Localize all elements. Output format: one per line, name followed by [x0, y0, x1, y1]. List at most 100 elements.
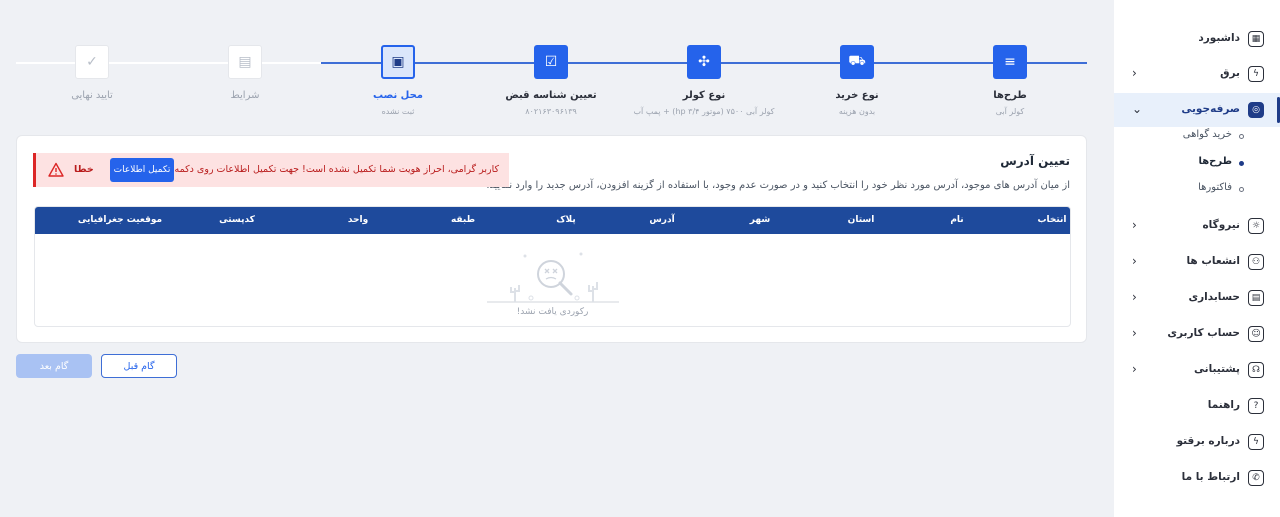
column-header[interactable]: آدرس	[649, 215, 674, 225]
sidebar-item-label: حسابداری	[1188, 291, 1240, 303]
sidebar-item-support[interactable]: ☊ پشتیبانی ‹	[1114, 353, 1280, 387]
sidebar-item-label: درباره برقتو	[1176, 435, 1240, 447]
sidebar-item-power-plant[interactable]: ☼ نیروگاه ‹	[1114, 209, 1280, 243]
sidebar-item-label: انشعاب ها	[1186, 255, 1240, 267]
alert-message: کاربر گرامی، احراز هویت شما تکمیل نشده ا…	[124, 164, 499, 175]
help-icon: ?	[1248, 398, 1264, 414]
user-account-icon: ☺	[1248, 326, 1264, 342]
support-icon: ☊	[1248, 362, 1264, 378]
bullet-icon	[1239, 187, 1244, 192]
sidebar-item-help[interactable]: ? راهنما	[1114, 389, 1280, 423]
column-header[interactable]: طبقه	[451, 215, 475, 225]
sidebar-subitem-label: طرح‌ها	[1198, 156, 1232, 167]
column-header[interactable]: کدپستی	[219, 215, 255, 225]
next-step-button[interactable]: گام بعد	[16, 354, 92, 378]
location-card-icon: ▣	[381, 45, 415, 79]
sidebar-item-about[interactable]: ϟ درباره برقتو	[1114, 425, 1280, 459]
sidebar-subitem[interactable]: طرح‌ها	[1114, 151, 1280, 175]
sidebar-item-label: داشبورد	[1198, 32, 1240, 44]
column-header[interactable]: موقعیت جغرافیایی	[78, 215, 162, 225]
address-description: از میان آدرس های موجود، آدرس مورد نظر خو…	[486, 180, 1070, 191]
phone-icon: ✆	[1248, 470, 1264, 486]
dashboard-icon: ▦	[1248, 31, 1264, 47]
sidebar-item-phone[interactable]: ✆ ارتباط با ما	[1114, 461, 1280, 495]
progress-stepper: ≡ طرح‌ها کولر آبی ⛟ نوع خرید بدون هزینه ✣ نوع ک…	[0, 0, 1114, 130]
step-subtitle: ثبت نشده	[381, 107, 415, 116]
chevron-left-icon[interactable]: ‹	[1132, 362, 1137, 376]
step-title: تایید نهایی	[71, 90, 113, 101]
terms-icon: ▤	[228, 45, 262, 79]
previous-step-button[interactable]: گام قبل	[101, 354, 177, 378]
warning-icon	[48, 162, 64, 177]
sidebar-subitem[interactable]: فاکتورها	[1114, 177, 1280, 201]
step-item[interactable]: ✣ نوع کولر کولر آبی ۷۵۰۰ (موتور ۳/۴ hp) + …	[629, 45, 779, 116]
step-title: تعیین شناسه قبض	[505, 90, 597, 101]
fan-icon: ✣	[687, 45, 721, 79]
step-item[interactable]: ✓ تایید نهایی	[17, 45, 167, 107]
power-plant-icon: ☼	[1248, 218, 1264, 234]
electricity-icon: ϟ	[1248, 66, 1264, 82]
step-subtitle: کولر آبی ۷۵۰۰ (موتور ۳/۴ hp) + پمپ آب	[633, 107, 775, 116]
address-card: تعیین آدرس از میان آدرس های موجود، آدرس …	[16, 135, 1087, 343]
sidebar-item-label: پشتیبانی	[1194, 363, 1240, 375]
bill-id-icon: ☑	[534, 45, 568, 79]
step-item[interactable]: ≡ طرح‌ها کولر آبی	[935, 45, 1085, 116]
step-subtitle: بدون هزینه	[838, 107, 876, 116]
plan-list-icon: ≡	[993, 45, 1027, 79]
sidebar-item-saving[interactable]: ◎ صرفه‌جویی ⌄	[1114, 93, 1280, 127]
empty-state: رکوردی یافت نشد!	[35, 234, 1070, 326]
table-header: انتخاب نام استان شهر آدرس پلاک طبقه واحد کدپستی م…	[35, 207, 1070, 234]
alert-error-label: خطا	[74, 164, 94, 175]
column-header[interactable]: انتخاب	[1037, 215, 1066, 225]
column-header[interactable]: واحد	[348, 215, 368, 225]
accounting-icon: ▤	[1248, 290, 1264, 306]
sidebar-item-dashboard[interactable]: ▦ داشبورد	[1114, 22, 1280, 56]
step-title: شرایط	[230, 90, 260, 101]
sidebar-item-label: برق	[1220, 67, 1240, 79]
sidebar-item-branch[interactable]: ⚇ انشعاب ها ‹	[1114, 245, 1280, 279]
chevron-left-icon[interactable]: ‹	[1132, 254, 1137, 268]
bullet-icon	[1239, 134, 1244, 139]
column-header[interactable]: نام	[950, 215, 963, 225]
sidebar-item-label: صرفه‌جویی	[1181, 103, 1240, 115]
step-title: طرح‌ها	[993, 90, 1027, 101]
sidebar-subitem-label: خرید گواهی	[1182, 129, 1232, 140]
sidebar-item-label: راهنما	[1207, 399, 1240, 411]
sidebar-subitem[interactable]: خرید گواهی	[1114, 124, 1280, 148]
sidebar-item-label: حساب کاربری	[1167, 327, 1240, 339]
address-table: انتخاب نام استان شهر آدرس پلاک طبقه واحد کدپستی م…	[34, 206, 1071, 327]
sidebar-item-label: ارتباط با ما	[1181, 471, 1240, 483]
complete-info-button[interactable]: تکمیل اطلاعات	[110, 158, 174, 182]
step-subtitle: کولر آبی	[995, 107, 1025, 116]
saving-icon: ◎	[1248, 102, 1264, 118]
chevron-left-icon[interactable]: ‹	[1132, 326, 1137, 340]
step-title: نوع کولر	[682, 90, 726, 101]
chevron-left-icon[interactable]: ‹	[1132, 290, 1137, 304]
identity-alert: کاربر گرامی، احراز هویت شما تکمیل نشده ا…	[33, 153, 509, 187]
chevron-left-icon[interactable]: ‹	[1132, 66, 1137, 80]
bullet-icon	[1239, 161, 1244, 166]
check-circle-icon: ✓	[75, 45, 109, 79]
step-title: محل نصب	[373, 90, 423, 101]
about-icon: ϟ	[1248, 434, 1264, 450]
step-item[interactable]: ▣ محل نصب ثبت نشده	[323, 45, 473, 116]
address-title: تعیین آدرس	[1000, 154, 1070, 168]
sidebar-item-accounting[interactable]: ▤ حسابداری ‹	[1114, 281, 1280, 315]
empty-text: رکوردی یافت نشد!	[516, 307, 589, 317]
step-subtitle: ۸۰۲۱۶۳۰۹۶۱۳۹	[525, 107, 577, 116]
chevron-down-icon[interactable]: ⌄	[1132, 102, 1142, 116]
sidebar-item-electricity[interactable]: ϟ برق ‹	[1114, 57, 1280, 91]
column-header[interactable]: استان	[848, 215, 875, 225]
chevron-left-icon[interactable]: ‹	[1132, 218, 1137, 232]
step-item[interactable]: ☑ تعیین شناسه قبض ۸۰۲۱۶۳۰۹۶۱۳۹	[476, 45, 626, 116]
column-header[interactable]: شهر	[750, 215, 770, 225]
sidebar-item-label: نیروگاه	[1202, 219, 1240, 231]
sidebar-item-user-account[interactable]: ☺ حساب کاربری ‹	[1114, 317, 1280, 351]
step-item[interactable]: ▤ شرایط	[170, 45, 320, 107]
column-header[interactable]: پلاک	[556, 215, 575, 225]
step-title: نوع خرید	[835, 90, 879, 101]
step-item[interactable]: ⛟ نوع خرید بدون هزینه	[782, 45, 932, 116]
cart-icon: ⛟	[840, 45, 874, 79]
branch-icon: ⚇	[1248, 254, 1264, 270]
sidebar: ▦ داشبورد ϟ برق ‹ ◎ صرفه‌جویی ⌄ ☼ نیروگاه ‹ ⚇ انشعاب…	[1114, 0, 1280, 517]
